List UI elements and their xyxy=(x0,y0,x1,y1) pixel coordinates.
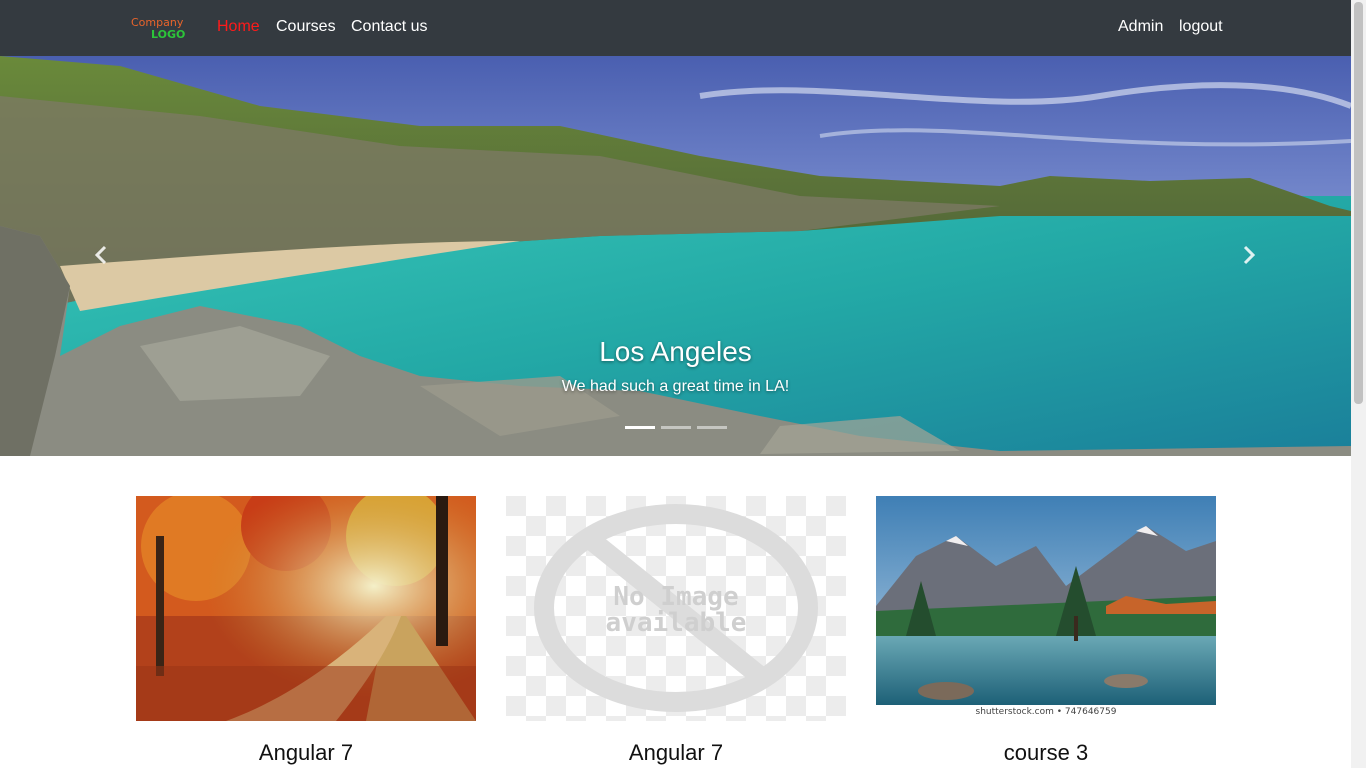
no-image-text-2: available xyxy=(605,608,747,638)
nav-link-courses[interactable]: Courses xyxy=(276,18,336,36)
top-navbar: Company LOGO Home Courses Contact us Adm… xyxy=(0,0,1351,56)
nav-link-logout[interactable]: logout xyxy=(1179,18,1223,36)
nav-link-admin[interactable]: Admin xyxy=(1118,18,1163,36)
hero-carousel: Los Angeles We had such a great time in … xyxy=(0,56,1351,456)
chevron-left-icon xyxy=(94,245,107,265)
course-image-no-image-placeholder[interactable]: No Image available xyxy=(506,496,846,721)
course-title[interactable]: Angular 7 xyxy=(506,740,846,766)
nav-link-home[interactable]: Home xyxy=(217,18,260,36)
page-scrollbar[interactable] xyxy=(1351,0,1366,768)
slide-caption: We had such a great time in LA! xyxy=(561,378,790,395)
carousel-indicator-3[interactable] xyxy=(697,426,727,429)
scrollbar-thumb[interactable] xyxy=(1354,2,1363,404)
course-image-mountain-lake[interactable]: shutterstock.com • 747646759 xyxy=(876,496,1216,721)
chevron-right-icon xyxy=(1243,245,1256,265)
carousel-indicator-2[interactable] xyxy=(661,426,691,429)
nav-link-contact[interactable]: Contact us xyxy=(351,18,427,36)
carousel-indicator-1[interactable] xyxy=(625,426,655,429)
course-image-autumn-forest[interactable] xyxy=(136,496,476,721)
image-watermark: shutterstock.com • 747646759 xyxy=(975,707,1117,717)
company-logo[interactable]: Company LOGO xyxy=(131,16,185,42)
carousel-next-button[interactable] xyxy=(1236,242,1262,268)
carousel-prev-button[interactable] xyxy=(88,242,114,268)
course-title[interactable]: Angular 7 xyxy=(136,740,476,766)
logo-line-2: LOGO xyxy=(151,28,186,41)
course-title[interactable]: course 3 xyxy=(876,740,1216,766)
slide-image-coastline xyxy=(0,56,1351,456)
slide-title: Los Angeles xyxy=(599,336,752,367)
